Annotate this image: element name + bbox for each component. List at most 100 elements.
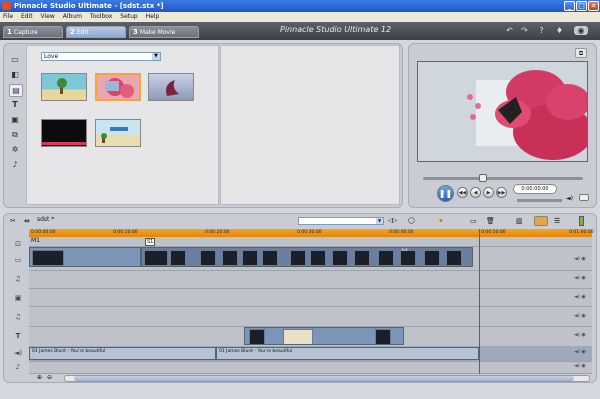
lock-icon[interactable]: ⊡	[12, 239, 24, 249]
maximize-button[interactable]: □	[576, 1, 587, 11]
expand-preview-icon[interactable]: ⧉	[575, 48, 587, 58]
titles-icon[interactable]: T	[9, 99, 21, 110]
zoom-out-icon[interactable]: ⊖	[47, 374, 52, 381]
clip-thumbnail	[32, 250, 64, 266]
audio-mixer-icon[interactable]: ▥	[516, 217, 523, 225]
chapter-marker-s1[interactable]: S1	[145, 238, 156, 246]
theme-thumbnail-5[interactable]	[95, 119, 141, 147]
montage-themes-icon[interactable]: ▤	[9, 84, 23, 97]
loop-icon[interactable]: ◯	[408, 217, 415, 224]
transition-dropdown[interactable]: ▼	[298, 217, 384, 225]
rewind-button[interactable]: ◀◀	[457, 187, 468, 198]
step-forward-button[interactable]: ▶	[483, 187, 494, 198]
overlay-track-icon[interactable]: ▣	[12, 293, 24, 303]
menu-file[interactable]: File	[0, 12, 16, 22]
theme-thumbnail-1[interactable]	[41, 73, 87, 101]
split-icon[interactable]: ⇹	[24, 217, 30, 225]
timeline-tracks: M1 S1 E1 01 James Blunt - You're beautif…	[29, 237, 592, 374]
timeline-scrollbar[interactable]	[64, 375, 590, 382]
music-clip[interactable]: 01 James Blunt - You're beautiful	[29, 347, 216, 360]
menu-edit[interactable]: Edit	[18, 12, 36, 22]
track-audio-toggle-icon[interactable]: ◄) ◉	[574, 362, 592, 370]
music-track-icon[interactable]: ♪	[12, 362, 24, 372]
lightbulb-icon[interactable]: ♦	[555, 26, 564, 35]
play-pause-button[interactable]: ❚❚	[437, 185, 454, 202]
preview-scrubber-track[interactable]	[423, 177, 583, 180]
ruler-label: 0:00:20:00	[205, 230, 230, 235]
overlay-audio-icon[interactable]: ♫	[12, 312, 24, 322]
disc-menus-icon[interactable]: ⧉	[9, 129, 21, 140]
video-track-icon[interactable]: ▭	[12, 255, 24, 265]
menu-album[interactable]: Album	[60, 12, 85, 22]
still-images-icon[interactable]: ▣	[9, 114, 21, 125]
volume-slider[interactable]	[517, 199, 562, 202]
track-audio-toggle-icon[interactable]: ◄) ◉	[574, 331, 592, 339]
menu-view[interactable]: View	[38, 12, 58, 22]
music-clip[interactable]: 01 James Blunt - You're beautiful	[216, 347, 479, 360]
preview-panel: ⧉ ❚❚ ◀◀ ◀ ▶ ▶▶ 0:00:00.00 ◄)	[408, 43, 597, 208]
close-button[interactable]: ✕	[588, 1, 599, 11]
music-track[interactable]: 01 James Blunt - You're beautiful 01 Jam…	[29, 346, 592, 362]
sound-effects-track[interactable]	[29, 361, 592, 374]
ruler-label: 0:00:40:00	[389, 230, 414, 235]
speaker-icon[interactable]: ◄)	[566, 195, 573, 202]
theme-thumbnail-4[interactable]	[41, 119, 87, 147]
sound-effects-icon[interactable]: ✲	[9, 144, 21, 155]
track-audio-toggle-icon[interactable]: ◄) ◉	[574, 293, 592, 301]
delete-icon[interactable]: 🗑	[486, 217, 495, 225]
video-scenes-icon[interactable]: ▭	[9, 54, 21, 65]
sound-effects-track-icon[interactable]: ◄)	[12, 348, 24, 358]
camera-icon[interactable]: ◉	[574, 26, 588, 35]
menu-setup[interactable]: Setup	[117, 12, 140, 22]
clip-thumbnail	[446, 250, 462, 266]
track-audio-toggle-icon[interactable]: ◄) ◉	[574, 348, 592, 356]
minimize-button[interactable]: _	[564, 1, 575, 11]
fast-forward-button[interactable]: ▶▶	[496, 187, 507, 198]
timeline-view-button[interactable]	[534, 216, 548, 226]
transitions-icon[interactable]: ◧	[9, 69, 21, 80]
track-audio-toggle-icon[interactable]: ◄) ◉	[574, 255, 592, 263]
split-clip-icon[interactable]: ▭	[470, 217, 477, 225]
playhead[interactable]	[479, 229, 480, 374]
menu-toolbox[interactable]: Toolbox	[87, 12, 116, 22]
track-audio-toggle-icon[interactable]: ◄) ◉	[574, 274, 592, 282]
track-audio-toggle-icon[interactable]: ◄) ◉	[574, 312, 592, 320]
overlay-audio-track[interactable]	[29, 306, 592, 327]
scissors-icon[interactable]: ✂	[10, 217, 16, 225]
theme-thumbnail-2[interactable]	[95, 73, 141, 101]
timeline-ruler[interactable]: 0:00:00:00 0:00:10:00 0:00:20:00 0:00:30…	[29, 229, 594, 237]
title-clip[interactable]	[244, 327, 404, 345]
music-clip-label: 01 James Blunt - You're beautiful	[219, 349, 293, 354]
video-clip[interactable]: E1	[141, 247, 473, 267]
video-clip[interactable]	[29, 247, 141, 267]
dvd-icon[interactable]	[579, 194, 589, 201]
tab-capture[interactable]: 1 Capture	[3, 26, 63, 38]
redo-icon[interactable]: ↷	[520, 26, 529, 35]
chapter-marker-m1[interactable]: M1	[31, 237, 40, 244]
music-icon[interactable]: ♪	[9, 159, 21, 170]
video-track[interactable]: E1	[29, 246, 592, 271]
undo-icon[interactable]: ↶	[505, 26, 514, 35]
audio-original-track[interactable]	[29, 270, 592, 289]
overlay-track[interactable]	[29, 288, 592, 307]
text-view-icon[interactable]: ☰	[554, 217, 560, 225]
help-icon[interactable]: ?	[537, 26, 546, 35]
timeline-scrollbar-thumb[interactable]	[74, 376, 574, 381]
tab-number: 2	[70, 28, 75, 36]
play-transition-icon[interactable]: ◁▷	[388, 217, 397, 224]
preview-frame	[418, 62, 587, 161]
audio-original-icon[interactable]: ♫	[12, 274, 24, 284]
theme-thumbnail-3[interactable]	[148, 73, 194, 101]
tab-make-movie[interactable]: 3 Make Movie	[129, 26, 199, 38]
timecode-display[interactable]: 0:00:00.00	[513, 184, 557, 194]
zoom-in-icon[interactable]: ⊕	[37, 374, 42, 381]
theme-select[interactable]: Love ▼	[41, 52, 161, 61]
preview-scrubber-handle[interactable]	[479, 174, 487, 182]
menu-help[interactable]: Help	[143, 12, 163, 22]
title-track[interactable]	[29, 326, 592, 347]
app-icon	[2, 2, 11, 10]
effects-icon[interactable]: ✦	[438, 217, 444, 225]
tab-edit[interactable]: 2 Edit	[66, 26, 126, 38]
step-back-button[interactable]: ◀	[470, 187, 481, 198]
title-track-icon[interactable]: T	[12, 331, 24, 341]
